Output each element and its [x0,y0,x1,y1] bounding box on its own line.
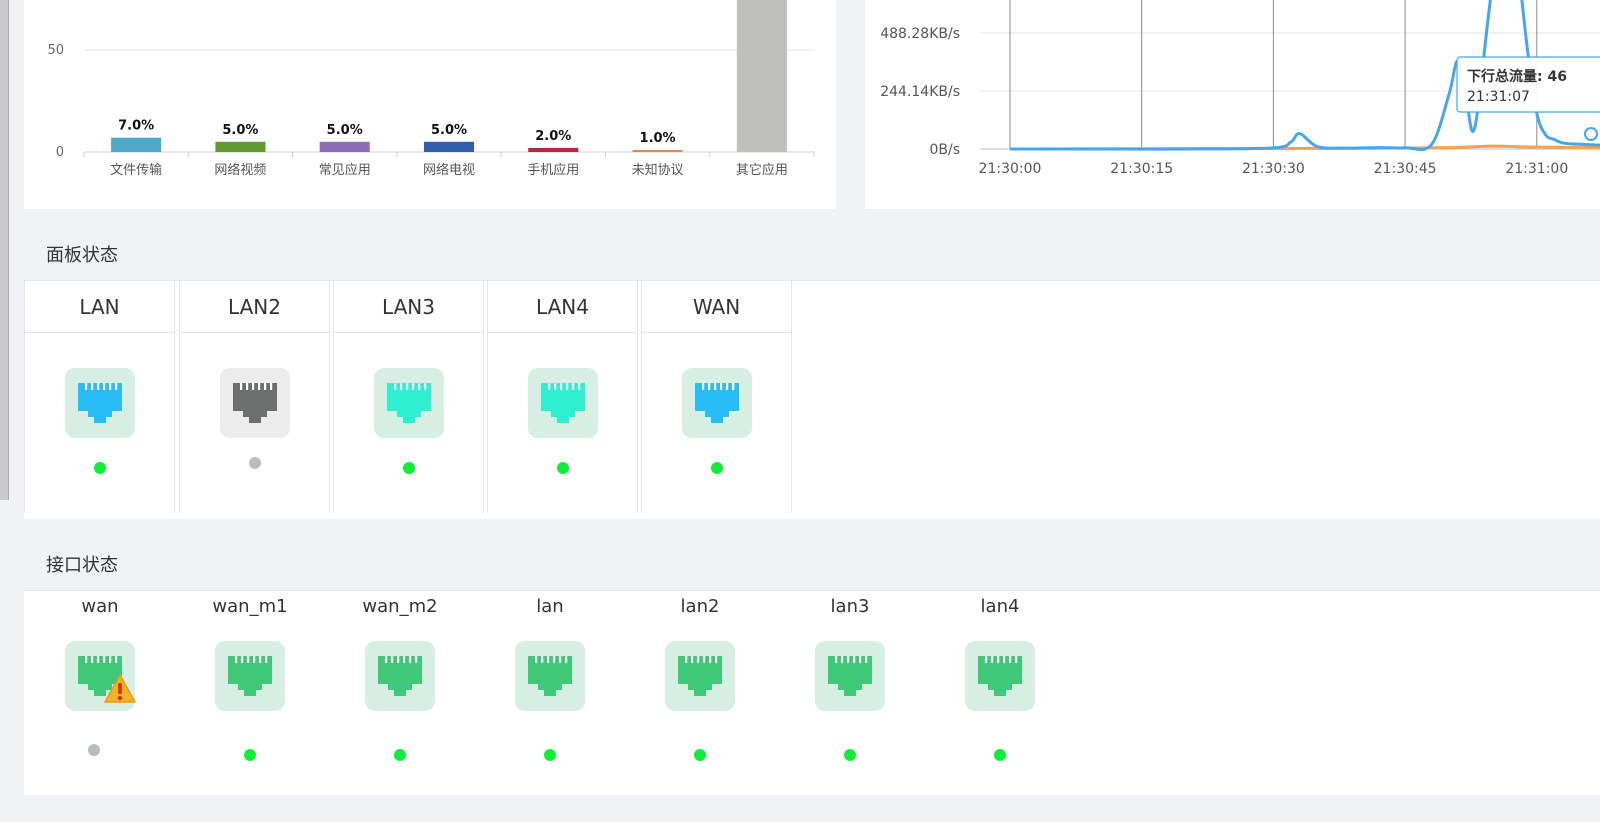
interface-lan3[interactable]: lan3 [790,596,910,776]
bar[interactable] [319,141,370,152]
bar[interactable] [528,147,579,152]
interface-status-title: 接口状态 [24,538,1600,591]
y-tick-label: 0B/s [929,142,960,158]
panel-status-title: 面板状态 [24,228,1600,281]
ethernet-port-icon [215,641,285,711]
port-name: LAN2 [180,281,329,333]
bar[interactable] [632,149,683,152]
bar-value-label: 5.0% [327,123,363,138]
port-name: WAN [642,281,791,333]
category-label: 网络视频 [214,162,266,178]
window-scrollbar[interactable] [0,0,9,500]
app-usage-bar-chart: 0 50 7.0% 文件传输 5.0% 网络视频 5.0% 常见应用 5.0% 网络电视 2.0% 手… [47,0,815,178]
x-tick-label: 21:30:45 [1374,161,1437,177]
y-tick-label: 50 [47,43,64,58]
tooltip-time: 21:31:07 [1467,89,1530,105]
category-label: 其它应用 [736,162,788,178]
port-status-dot [403,462,415,474]
interface-status-card: 接口状态 wan wan_m1 wan_m2 lan lan2 lan3 lan4 [24,538,1600,795]
interface-wan-m1[interactable]: wan_m1 [190,596,310,776]
bar[interactable] [423,141,475,152]
interface-status-dot [694,749,706,761]
ethernet-port-icon [365,641,435,711]
port-name: LAN3 [334,281,483,333]
interface-name: lan3 [830,596,870,617]
panel-port-wan[interactable]: WAN [641,281,792,513]
x-tick-label: 21:30:00 [979,161,1042,177]
hover-point[interactable] [1584,127,1598,141]
bar-value-label: 5.0% [431,123,467,138]
interface-name: wan [81,596,119,617]
ethernet-port-icon [515,641,585,711]
y-tick-label: 488.28KB/s [880,26,960,42]
interface-name: lan2 [680,596,720,617]
bar-value-label: 5.0% [222,123,258,138]
category-label: 常见应用 [319,162,371,178]
interface-status-dot [394,749,406,761]
tooltip-label: 下行总流量: 46 [1467,68,1567,85]
interface-wan[interactable]: wan [40,596,160,776]
traffic-chart-card: 0B/s 244.14KB/s 488.28KB/s 21:30:00 21:30:15… [865,0,1600,209]
bar[interactable] [111,137,162,152]
interface-status-dot [244,749,256,761]
interface-status-dot [844,749,856,761]
interface-name: wan_m2 [362,596,438,617]
interface-name: lan [536,596,564,617]
ethernet-port-icon [528,368,598,438]
category-label: 手机应用 [527,162,579,178]
port-status-dot [249,457,261,469]
interface-wan-m2[interactable]: wan_m2 [340,596,460,776]
bar[interactable] [215,141,266,152]
x-tick-label: 21:31:00 [1505,161,1568,177]
port-name: LAN [25,281,174,333]
ethernet-port-icon [682,368,752,438]
y-tick-label: 244.14KB/s [880,84,960,100]
x-tick-label: 21:30:15 [1110,161,1173,177]
interface-lan2[interactable]: lan2 [640,596,760,776]
bar-value-label: 2.0% [535,129,571,144]
ethernet-port-icon [965,641,1035,711]
category-label: 文件传输 [110,162,162,178]
interface-lan[interactable]: lan [490,596,610,776]
category-label: 网络电视 [423,162,475,178]
ethernet-port-icon [65,641,136,711]
panel-port-lan4[interactable]: LAN4 [487,281,638,513]
port-status-dot [557,462,569,474]
app-usage-chart-card: 0 50 7.0% 文件传输 5.0% 网络视频 5.0% 常见应用 5.0% 网络电视 2.0% 手… [24,0,836,209]
ethernet-port-icon [815,641,885,711]
port-status-dot [94,462,106,474]
warning-icon [104,674,136,703]
port-status-dot [711,462,723,474]
interface-status-dot [88,744,100,756]
ethernet-port-icon [665,641,735,711]
panel-port-lan3[interactable]: LAN3 [333,281,484,513]
ethernet-port-icon [220,368,290,438]
panel-port-lan[interactable]: LAN [24,281,175,513]
bar-value-label: 7.0% [118,119,154,134]
bar[interactable] [736,0,787,152]
category-label: 未知协议 [632,162,684,178]
y-tick-label: 0 [56,145,64,160]
interface-name: wan_m1 [212,596,288,617]
bar-value-label: 1.0% [640,131,676,146]
panel-status-card: 面板状态 LAN LAN2 LAN3 LAN4 WAN [24,228,1600,519]
interface-status-dot [544,749,556,761]
ethernet-port-icon [374,368,444,438]
panel-port-lan2[interactable]: LAN2 [179,281,330,513]
interface-lan4[interactable]: lan4 [940,596,1060,776]
interface-status-dot [994,749,1006,761]
port-name: LAN4 [488,281,637,333]
x-tick-label: 21:30:30 [1242,161,1305,177]
traffic-line-chart: 0B/s 244.14KB/s 488.28KB/s 21:30:00 21:30:15… [880,0,1600,177]
interface-name: lan4 [980,596,1020,617]
chart-tooltip: 下行总流量: 46 21:31:07 [1456,56,1600,113]
ethernet-port-icon [65,368,135,438]
